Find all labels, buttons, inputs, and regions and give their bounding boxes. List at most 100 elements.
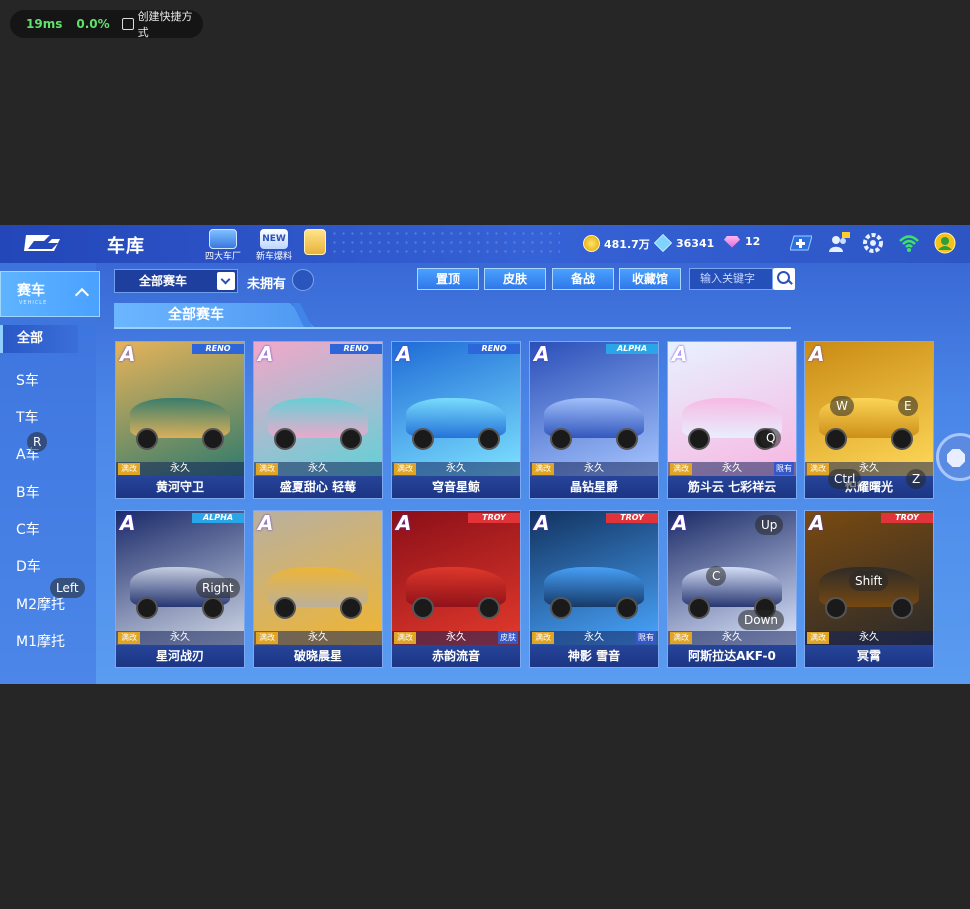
vehicle-wheel	[340, 597, 362, 619]
modification-badge: 满改	[807, 632, 829, 644]
vehicle-card[interactable]: A 满改 永久 限有 筋斗云 七彩祥云	[667, 341, 797, 499]
status-badge: 限有	[774, 462, 794, 475]
duration-label: 永久	[584, 632, 604, 643]
add-icon[interactable]	[790, 232, 812, 254]
game-logo-icon[interactable]	[24, 231, 62, 255]
performance-overlay: 19ms 0.0% 创建快捷方式	[10, 8, 203, 40]
modification-badge: 满改	[670, 632, 692, 644]
duration-label: 永久	[859, 632, 879, 643]
gift-button[interactable]	[304, 229, 326, 255]
modification-badge: 满改	[256, 632, 278, 644]
tab-prepare[interactable]: 备战	[552, 268, 614, 290]
vehicle-wheel	[825, 428, 847, 450]
vehicle-wheel	[616, 428, 638, 450]
sidebar-item-all[interactable]: 全部	[0, 325, 78, 353]
sidebar-item-m1[interactable]: M1摩托	[16, 631, 65, 651]
status-badge: 限有	[636, 631, 656, 644]
key-hint-ctrl: Ctrl	[828, 469, 862, 489]
sidebar-item-c[interactable]: C车	[16, 519, 40, 539]
sidebar-item-t[interactable]: T车	[16, 407, 39, 427]
key-hint-right: Right	[196, 578, 240, 598]
section-divider	[114, 327, 791, 329]
search-button[interactable]	[773, 268, 795, 290]
grade-badge: A	[258, 342, 274, 366]
key-hint-left: Left	[50, 578, 85, 598]
settings-icon[interactable]	[862, 232, 884, 254]
grade-badge: A	[809, 511, 825, 535]
shortcut-icon[interactable]	[121, 18, 134, 30]
sidebar-item-s[interactable]: S车	[16, 370, 39, 390]
brand-tag: TROY	[881, 513, 933, 523]
unowned-toggle[interactable]	[292, 269, 314, 291]
friends-icon[interactable]	[828, 232, 850, 254]
key-hint-e: E	[898, 396, 918, 416]
search-input[interactable]: 输入关键字	[689, 268, 773, 290]
vehicle-wheel	[478, 428, 500, 450]
vehicle-wheel	[202, 428, 224, 450]
new-car-button[interactable]: NEW 新车爆料	[256, 229, 292, 262]
create-shortcut-button[interactable]: 创建快捷方式	[138, 8, 203, 40]
vehicle-wheel	[616, 597, 638, 619]
new-car-label: 新车爆料	[256, 252, 293, 262]
vehicle-card[interactable]: A 满改 永久 破晓晨星	[253, 510, 383, 668]
modification-badge: 满改	[394, 632, 416, 644]
car-factory-button[interactable]: 四大车厂	[205, 229, 241, 262]
duration-label: 永久	[308, 463, 328, 474]
vehicle-wheel	[550, 428, 572, 450]
tab-skins[interactable]: 皮肤	[484, 268, 546, 290]
vehicle-card[interactable]: A RENO 满改 永久 黄河守卫	[115, 341, 245, 499]
diamond-balance: 12	[724, 235, 760, 248]
packet-loss-value: 0.0%	[76, 17, 110, 31]
game-window: 车库 四大车厂 NEW 新车爆料 481.7万 36341 12 赛车 VEHI…	[0, 225, 970, 684]
vehicle-wheel	[412, 597, 434, 619]
latency-value: 19ms	[26, 17, 63, 31]
brand-tag: TROY	[606, 513, 658, 523]
duration-label: 永久	[859, 463, 879, 474]
vehicle-name: 晶钻星爵	[530, 476, 658, 498]
vehicle-wheel	[688, 597, 710, 619]
modification-badge: 满改	[532, 463, 554, 475]
vehicle-card[interactable]: A TROY 满改 永久 皮肤 赤韵流音	[391, 510, 521, 668]
chevron-down-icon[interactable]	[217, 272, 235, 290]
vehicle-wheel	[478, 597, 500, 619]
tab-collection[interactable]: 收藏馆	[619, 268, 681, 290]
vehicle-name: 赤韵流音	[392, 645, 520, 667]
diamond-icon	[724, 235, 740, 248]
key-hint-shift: Shift	[849, 571, 889, 591]
new-car-icon: NEW	[260, 229, 288, 249]
diamond-value: 12	[745, 235, 761, 248]
key-hint-down: Down	[738, 610, 785, 630]
vehicle-wheel	[340, 428, 362, 450]
modification-badge: 满改	[256, 463, 278, 475]
vehicle-wheel	[688, 428, 710, 450]
tab-pin-top[interactable]: 置顶	[417, 268, 479, 290]
duration-label: 永久	[584, 463, 604, 474]
brand-tag: TROY	[468, 513, 520, 523]
sidebar-item-d[interactable]: D车	[16, 556, 41, 576]
vehicle-wheel	[412, 428, 434, 450]
sidebar-item-b[interactable]: B车	[16, 482, 40, 502]
wifi-icon	[899, 235, 919, 252]
modification-badge: 满改	[394, 463, 416, 475]
grade-badge: A	[120, 342, 136, 366]
vehicle-card[interactable]: A RENO 满改 永久 穹音星鲸	[391, 341, 521, 499]
vehicle-wheel	[891, 597, 913, 619]
category-title: 赛车	[17, 283, 45, 299]
category-vehicle[interactable]: 赛车 VEHICLE	[0, 271, 100, 317]
vehicle-wheel	[274, 597, 296, 619]
grade-badge: A	[534, 342, 550, 366]
vehicle-name: 破晓晨星	[254, 645, 382, 667]
vehicle-card[interactable]: A ALPHA 满改 永久 晶钻星爵	[529, 341, 659, 499]
category-sidebar: 赛车 VEHICLE 全部 S车 T车 A车 B车 C车 D车 M2摩托 M1摩…	[0, 263, 100, 684]
avatar-icon[interactable]	[934, 232, 956, 254]
status-badge: 皮肤	[498, 631, 518, 644]
side-menu-handle[interactable]	[936, 433, 970, 481]
vehicle-name: 穹音星鲸	[392, 476, 520, 498]
vehicle-card[interactable]: A TROY 满改 永久 限有 神影 雪音	[529, 510, 659, 668]
brand-tag: RENO	[468, 344, 520, 354]
vehicle-filter-select[interactable]: 全部赛车	[114, 269, 238, 293]
chevron-up-icon	[74, 287, 90, 303]
vehicle-card[interactable]: A RENO 满改 永久 盛夏甜心 轻莓	[253, 341, 383, 499]
duration-label: 永久	[446, 463, 466, 474]
vehicle-wheel	[825, 597, 847, 619]
